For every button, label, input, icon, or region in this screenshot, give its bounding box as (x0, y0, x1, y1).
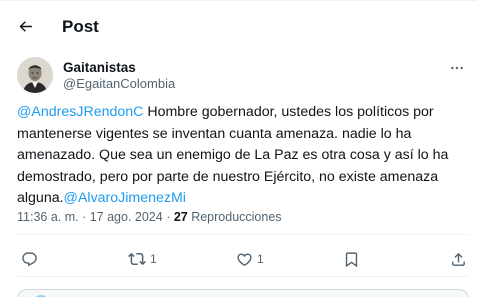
bookmark-icon (345, 251, 358, 267)
post-line-text: demostrado, pero por parte de nuestro Ej… (17, 168, 439, 185)
repost-button[interactable]: 1 (128, 248, 157, 270)
page-title: Post (62, 17, 99, 36)
author-name[interactable]: Gaitanistas (63, 60, 136, 76)
actions-divider (17, 276, 469, 277)
arrow-left-icon (19, 20, 32, 32)
author-handle[interactable]: @EgaitanColombia (63, 76, 175, 92)
reply-button[interactable] (21, 248, 42, 270)
avatar-portrait-icon (17, 57, 53, 93)
repost-icon (128, 252, 146, 266)
post-date[interactable]: 17 ago. 2024 (90, 210, 163, 224)
repost-count: 1 (150, 252, 157, 266)
post-line-text: mantenerse vigentes se inventan cuanta a… (17, 125, 412, 142)
post-text: @AndresJRendonC Hombre gobernador, usted… (17, 102, 472, 210)
meta-separator: · (162, 210, 174, 224)
post-line-3: amenazado. Que sea un enemigo de La Paz … (17, 145, 472, 167)
avatar[interactable] (17, 57, 53, 93)
meta-divider (17, 234, 469, 235)
post-line-5: alguna.@AlvaroJimenezMi (17, 188, 472, 210)
reply-icon (22, 251, 37, 266)
top-divider (0, 0, 477, 1)
post-line-2: mantenerse vigentes se inventan cuanta a… (17, 124, 472, 146)
views-count: 27 (173, 210, 188, 224)
post-line-4: demostrado, pero por parte de nuestro Ej… (17, 167, 472, 189)
heart-icon (237, 252, 252, 266)
bookmark-button[interactable] (343, 248, 360, 270)
meta-separator: · (78, 210, 90, 224)
post-line-1: @AndresJRendonC Hombre gobernador, usted… (17, 102, 472, 124)
more-options-button[interactable] (446, 60, 468, 76)
more-horizontal-icon (451, 66, 463, 70)
post-line-text: amenazado. Que sea un enemigo de La Paz … (17, 147, 449, 163)
mention-link[interactable]: @AlvaroJimenezMi (64, 190, 186, 206)
share-button[interactable] (450, 248, 467, 270)
views-label: Reproducciones (187, 210, 282, 224)
post-meta: 11:36 a. m. · 17 ago. 2024 · 27 Reproduc… (17, 209, 282, 225)
action-bar: 1 1 (0, 244, 477, 274)
post-line-text: Hombre gobernador, ustedes los políticos… (143, 104, 434, 120)
mention-link[interactable]: @AndresJRendonC (17, 104, 143, 120)
post-page: Post Gaitanistas @EgaitanColombia @Andre… (0, 0, 477, 297)
page-header: Post (0, 0, 477, 54)
like-count: 1 (257, 252, 264, 266)
share-icon (452, 252, 465, 266)
like-button[interactable]: 1 (236, 248, 264, 270)
post-line-text: alguna. (17, 190, 64, 206)
reply-prompt-card[interactable] (17, 289, 469, 297)
back-button[interactable] (8, 9, 42, 43)
post-time[interactable]: 11:36 a. m. (17, 210, 79, 224)
